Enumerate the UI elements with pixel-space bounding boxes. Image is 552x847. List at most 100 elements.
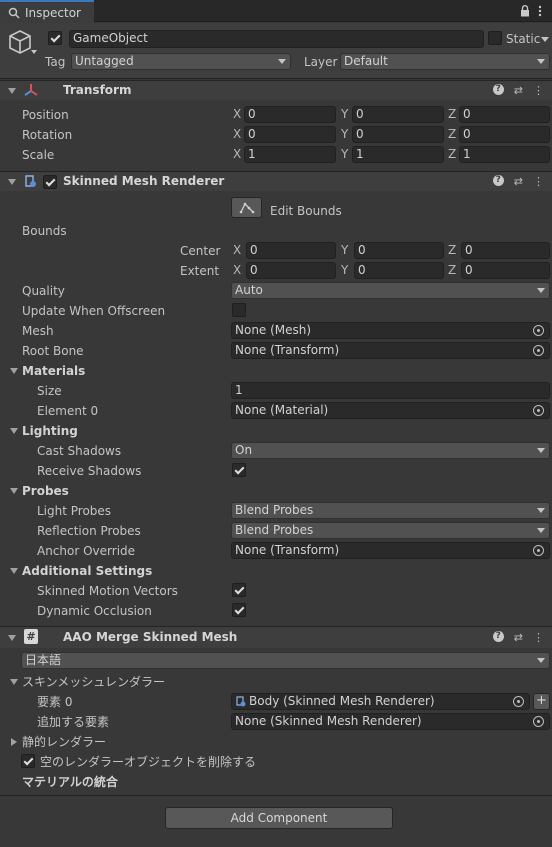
help-icon[interactable]: ? (492, 175, 504, 186)
axis-x-label[interactable]: X (233, 147, 241, 161)
transform-header[interactable]: Transform ? ⇄ ⋮ (0, 80, 552, 100)
rotation-x-input[interactable]: 0 (244, 126, 336, 143)
anchor-override-field[interactable]: None (Transform) (231, 542, 550, 559)
probes-section[interactable]: Probes (22, 483, 69, 499)
additional-settings-section[interactable]: Additional Settings (22, 563, 152, 579)
gameobject-active-checkbox[interactable] (48, 31, 62, 45)
dynamic-occlusion-checkbox[interactable] (232, 603, 246, 617)
foldout-expanded-icon[interactable] (10, 428, 18, 434)
component-menu-icon[interactable]: ⋮ (533, 631, 544, 644)
language-dropdown[interactable]: 日本語 (21, 652, 550, 669)
axis-y-label[interactable]: Y (341, 107, 348, 121)
aao-add-element-field[interactable]: None (Skinned Mesh Renderer) (231, 713, 550, 730)
foldout-expanded-icon[interactable] (8, 179, 16, 185)
merge-materials-label: マテリアルの統合 (22, 775, 118, 789)
materials-section[interactable]: Materials (22, 363, 85, 379)
position-z-input[interactable]: 0 (459, 106, 550, 123)
position-y-input[interactable]: 0 (352, 106, 444, 123)
tab-inspector[interactable]: Inspector (0, 0, 94, 23)
extent-label: Extent (180, 264, 220, 278)
cast-shadows-dropdown[interactable]: On (231, 442, 550, 459)
remove-empty-renderer-checkbox[interactable] (21, 754, 35, 768)
scale-y-input[interactable]: 1 (352, 146, 444, 163)
object-picker-icon[interactable] (533, 716, 544, 727)
light-probes-dropdown[interactable]: Blend Probes (231, 502, 550, 519)
edit-bounds-label[interactable]: Edit Bounds (270, 203, 342, 219)
object-picker-icon[interactable] (513, 696, 524, 707)
lock-icon[interactable] (520, 5, 530, 17)
skinned-motion-vectors-checkbox[interactable] (232, 583, 246, 597)
component-menu-icon[interactable]: ⋮ (533, 84, 544, 97)
chevron-down-icon (537, 448, 545, 453)
axis-y-label[interactable]: Y (341, 147, 348, 161)
center-y-input[interactable]: 0 (354, 242, 444, 259)
foldout-expanded-icon[interactable] (10, 679, 18, 685)
object-picker-icon[interactable] (533, 325, 544, 336)
rotation-y-input[interactable]: 0 (352, 126, 444, 143)
edit-bounds-button[interactable] (231, 197, 262, 218)
element0-field[interactable]: None (Material) (231, 402, 550, 419)
center-z-input[interactable]: 0 (461, 242, 550, 259)
axis-x-label[interactable]: X (233, 263, 241, 277)
reflection-probes-dropdown[interactable]: Blend Probes (231, 522, 550, 539)
position-x-input[interactable]: 0 (244, 106, 336, 123)
center-x-input[interactable]: 0 (246, 242, 336, 259)
axis-x-label[interactable]: X (233, 243, 241, 257)
smr-header[interactable]: Skinned Mesh Renderer ? ⇄ ⋮ (0, 171, 552, 191)
axis-x-label[interactable]: X (233, 107, 241, 121)
foldout-collapsed-icon[interactable] (11, 738, 17, 746)
scale-x-input[interactable]: 1 (244, 146, 336, 163)
axis-y-label[interactable]: Y (341, 127, 348, 141)
axis-y-label[interactable]: Y (341, 243, 348, 257)
axis-y-label[interactable]: Y (341, 263, 348, 277)
mesh-field[interactable]: None (Mesh) (231, 322, 550, 339)
axis-z-label[interactable]: Z (448, 263, 456, 277)
tag-dropdown[interactable]: Untagged (71, 53, 291, 70)
object-picker-icon[interactable] (533, 405, 544, 416)
foldout-expanded-icon[interactable] (10, 368, 18, 374)
axis-z-label[interactable]: Z (448, 107, 456, 121)
foldout-expanded-icon[interactable] (10, 488, 18, 494)
add-element-button[interactable]: + (533, 693, 550, 710)
skinned-mesh-renderers-section[interactable]: スキンメッシュレンダラー (22, 674, 165, 690)
lighting-section[interactable]: Lighting (22, 423, 78, 439)
extent-z-input[interactable]: 0 (461, 262, 550, 279)
component-menu-icon[interactable]: ⋮ (533, 175, 544, 188)
preset-icon[interactable]: ⇄ (514, 631, 523, 644)
aao-header[interactable]: # AAO Merge Skinned Mesh ? ⇄ ⋮ (0, 626, 552, 648)
extent-x-input[interactable]: 0 (246, 262, 336, 279)
materials-size-input[interactable]: 1 (231, 382, 550, 399)
static-label[interactable]: Static (506, 31, 540, 47)
kebab-menu-icon[interactable] (538, 5, 542, 17)
static-renderers-section[interactable]: 静的レンダラー (22, 734, 106, 750)
object-picker-icon[interactable] (533, 345, 544, 356)
gameobject-name-input[interactable]: GameObject (69, 30, 484, 48)
object-picker-icon[interactable] (533, 545, 544, 556)
receive-shadows-checkbox[interactable] (232, 463, 246, 477)
help-icon[interactable]: ? (492, 84, 504, 95)
axis-x-label[interactable]: X (233, 127, 241, 141)
quality-dropdown[interactable]: Auto (231, 282, 550, 299)
add-component-button[interactable]: Add Component (165, 807, 393, 829)
static-dropdown-arrow[interactable] (541, 37, 549, 42)
extent-y-input[interactable]: 0 (354, 262, 444, 279)
foldout-expanded-icon[interactable] (10, 568, 18, 574)
axis-z-label[interactable]: Z (448, 127, 456, 141)
preset-icon[interactable]: ⇄ (514, 84, 523, 97)
axis-z-label[interactable]: Z (448, 147, 456, 161)
static-checkbox[interactable] (488, 31, 502, 45)
foldout-expanded-icon[interactable] (8, 635, 16, 641)
scale-z-input[interactable]: 1 (459, 146, 550, 163)
gameobject-cube-icon[interactable] (8, 28, 38, 58)
smr-enabled-checkbox[interactable] (43, 175, 57, 189)
help-icon[interactable]: ? (492, 631, 504, 642)
axis-z-label[interactable]: Z (448, 243, 456, 257)
foldout-expanded-icon[interactable] (8, 88, 16, 94)
aao-add-element-value: None (Skinned Mesh Renderer) (235, 714, 422, 728)
preset-icon[interactable]: ⇄ (514, 175, 523, 188)
aao-element0-field[interactable]: Body (Skinned Mesh Renderer) (231, 693, 530, 710)
update-offscreen-checkbox[interactable] (232, 303, 246, 317)
rotation-z-input[interactable]: 0 (459, 126, 550, 143)
root-bone-field[interactable]: None (Transform) (231, 342, 550, 359)
layer-dropdown[interactable]: Default (340, 53, 550, 70)
